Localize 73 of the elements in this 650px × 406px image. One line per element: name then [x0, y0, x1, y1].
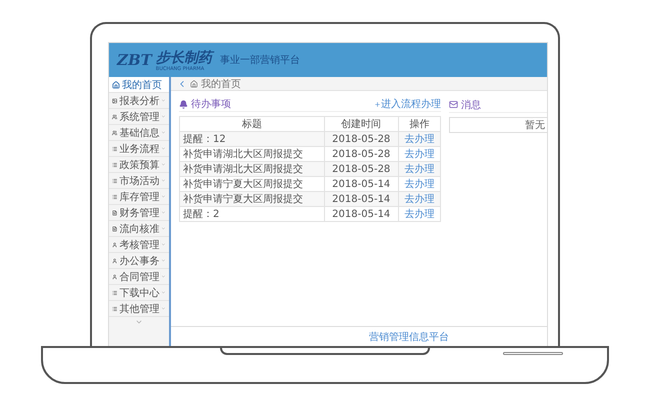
list-icon — [112, 304, 118, 312]
panel-title: 待办事项 — [191, 98, 232, 111]
brand-name: 步长制药 — [156, 48, 212, 66]
person-icon — [112, 256, 118, 264]
sidebar-item[interactable]: 报表分析 — [109, 93, 169, 109]
sidebar-item[interactable]: 财务管理 — [109, 205, 169, 221]
footer-text: 营销管理信息平台 — [369, 330, 449, 344]
table-cell: 补货申请湖北大区周报提交 — [180, 162, 324, 176]
document-icon — [112, 224, 118, 232]
table-cell: 2018-05-14 — [324, 206, 398, 222]
laptop-slot — [503, 352, 563, 355]
sidebar-item[interactable]: 其他管理 — [109, 301, 169, 317]
message-note: 暂无 — [525, 118, 545, 132]
table-cell: 2018-05-14 — [324, 192, 398, 206]
sidebar-item[interactable]: 市场活动 — [109, 173, 169, 189]
table-cell: 2018-05-28 — [324, 132, 398, 146]
sidebar-item[interactable]: 我的首页 — [109, 77, 169, 93]
table-cell: 2018-05-28 — [324, 146, 398, 162]
list-icon — [112, 160, 118, 168]
person-icon — [112, 272, 118, 280]
platform-title: 事业一部营销平台 — [220, 54, 300, 67]
chevron-icon — [161, 225, 166, 232]
chevron-icon — [161, 113, 166, 120]
chevron-icon — [161, 273, 166, 280]
chevron-icon — [161, 193, 166, 200]
column-header: 标题 — [180, 116, 324, 132]
chevron-icon — [161, 289, 166, 296]
chevron-icon — [161, 145, 166, 152]
document-icon — [112, 208, 118, 216]
people-icon — [112, 112, 118, 120]
sidebar-item[interactable]: 流向核准 — [109, 221, 169, 237]
column-header: 创建时间 — [324, 116, 398, 132]
bell-icon — [179, 100, 188, 108]
mail-icon — [449, 100, 458, 109]
chevron-icon — [161, 209, 166, 216]
expand-icon[interactable] — [135, 318, 143, 326]
sidebar-item[interactable]: 考核管理 — [109, 237, 169, 253]
breadcrumb[interactable]: 我的首页 — [201, 76, 241, 90]
chevron-icon — [161, 257, 166, 264]
list-icon — [112, 144, 118, 152]
chevron-icon — [161, 305, 166, 312]
home-icon — [190, 80, 198, 88]
sidebar-item[interactable]: 基础信息 — [109, 125, 169, 141]
list-icon — [112, 192, 118, 200]
table-cell: 提醒：2 — [180, 206, 324, 222]
table-cell: 补货申请湖北大区周报提交 — [180, 146, 324, 162]
person-icon — [112, 240, 118, 248]
chevron-icon — [161, 241, 166, 248]
home-icon — [112, 80, 120, 88]
table-cell: 补货申请宁夏大区周报提交 — [180, 192, 324, 206]
list-icon — [112, 288, 118, 296]
sidebar-item[interactable]: 系统管理 — [109, 109, 169, 125]
table-cell: 补货申请宁夏大区周报提交 — [180, 176, 324, 192]
chevron-icon — [161, 161, 166, 168]
table-cell: 提醒：12 — [180, 132, 324, 146]
people-icon — [112, 128, 118, 136]
chevron-icon — [161, 97, 166, 104]
chevron-icon — [161, 177, 166, 184]
panel-title: 消息 — [461, 98, 482, 112]
image-icon — [112, 96, 118, 104]
plus-icon — [374, 100, 381, 108]
table-cell: 2018-05-14 — [324, 176, 398, 192]
logo-mark: ZBT — [117, 51, 152, 69]
sidebar-item[interactable]: 下载中心 — [109, 285, 169, 301]
chevron-icon — [161, 129, 166, 136]
sidebar-item[interactable]: 政策预算 — [109, 157, 169, 173]
process-link[interactable]: 进入流程办理 — [374, 97, 441, 111]
sidebar-item[interactable]: 合同管理 — [109, 269, 169, 285]
sidebar-item[interactable]: 库存管理 — [109, 189, 169, 205]
table-cell: 2018-05-28 — [324, 162, 398, 176]
list-icon — [112, 176, 118, 184]
sidebar-item[interactable]: 业务流程 — [109, 141, 169, 157]
sidebar-item[interactable]: 办公事务 — [109, 253, 169, 269]
